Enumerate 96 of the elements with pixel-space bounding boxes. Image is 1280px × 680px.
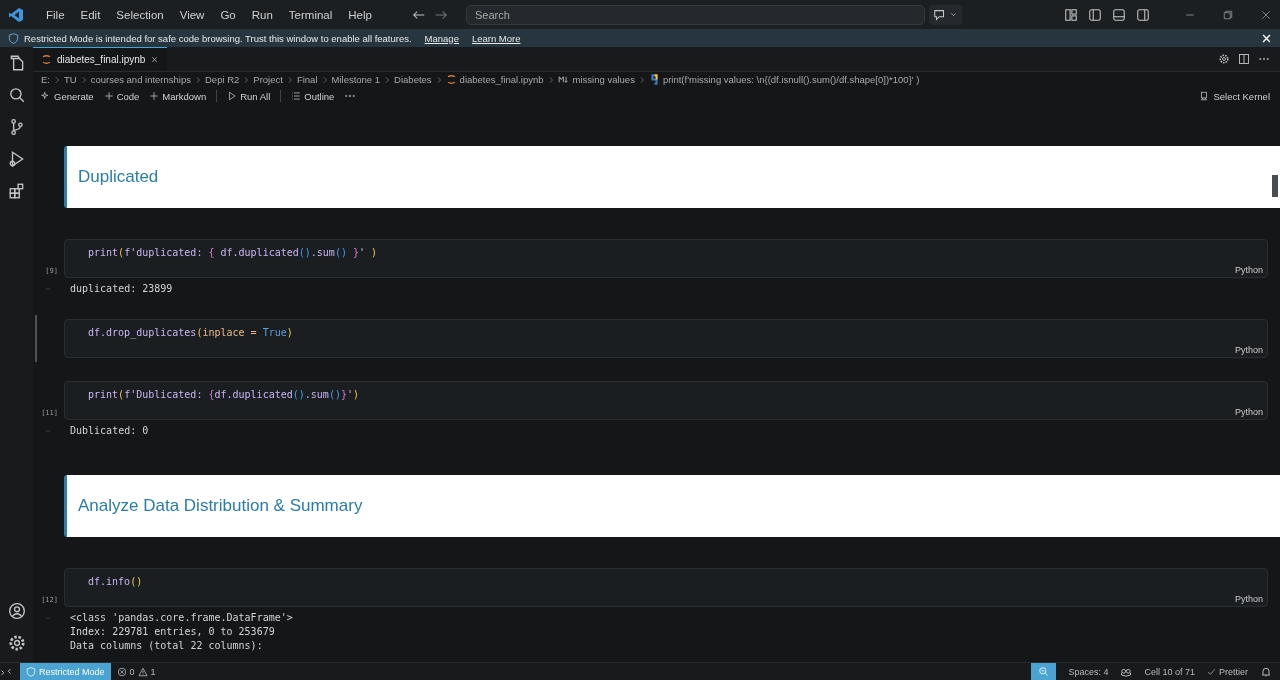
output-line: Data columns (total 22 columns):	[70, 638, 264, 653]
code-line: df.info()	[88, 575, 144, 587]
run-debug-icon[interactable]	[7, 150, 26, 168]
layout-icon[interactable]	[1064, 7, 1078, 22]
run-icon	[227, 91, 238, 102]
menu-item[interactable]: Run	[245, 6, 279, 23]
restore-icon[interactable]	[1222, 8, 1234, 21]
cell-language[interactable]: Python	[1234, 264, 1263, 275]
markdown-cell[interactable]: Analyze Data Distribution & Summary	[64, 474, 1280, 537]
code-cell[interactable]: print(f'duplicated: { df.duplicated().sum() }' ) Python	[64, 238, 1268, 278]
menu-item[interactable]: Go	[214, 6, 242, 23]
code-cell[interactable]: df.drop_duplicates(inplace = True) Python	[64, 318, 1268, 358]
search-field[interactable]: Search	[465, 4, 925, 25]
zoom-button[interactable]	[1031, 663, 1057, 680]
problems-indicator[interactable]: 0 1	[116, 666, 156, 677]
breadcrumb[interactable]: Milestone 1	[331, 74, 381, 86]
chevron-icon	[194, 75, 202, 84]
python-icon	[648, 74, 660, 86]
settings-icon[interactable]	[7, 634, 26, 652]
account-icon[interactable]	[7, 602, 26, 620]
breadcrumb[interactable]: courses and internships	[90, 74, 191, 86]
menu-item[interactable]: Selection	[110, 6, 170, 23]
vscode-logo-icon[interactable]	[8, 6, 24, 23]
menu-item[interactable]: Help	[342, 6, 378, 23]
cell-language[interactable]: Python	[1234, 406, 1263, 417]
plus-icon	[149, 91, 160, 102]
close-icon[interactable]	[1261, 32, 1272, 44]
toolbar-button[interactable]: Markdown	[149, 90, 207, 102]
menu-item[interactable]: Terminal	[282, 6, 339, 23]
banner-message: Restricted Mode is intended for safe code browsing. Trust this window to enable all features.	[24, 32, 412, 44]
chat-icon	[932, 7, 947, 22]
close-icon[interactable]	[150, 54, 160, 64]
banner-link[interactable]: Manage	[424, 32, 459, 44]
panel-bottom-icon[interactable]	[1112, 7, 1126, 22]
plus-icon	[103, 91, 114, 102]
kernel-icon	[1199, 91, 1210, 102]
output-line: Dublicated: 0	[70, 423, 149, 438]
menu-item[interactable]: View	[173, 6, 211, 23]
indentation-status[interactable]: Spaces: 4	[1068, 666, 1109, 677]
breadcrumb[interactable]: Depi R2	[205, 74, 240, 86]
breadcrumb[interactable]: print(f'missing values: \n{(df.isnull().sum()/df.shape[0])*100}' )	[648, 74, 920, 86]
menu-item[interactable]: File	[40, 6, 71, 23]
error-icon	[116, 666, 127, 677]
sidebar-right-icon[interactable]	[1136, 7, 1150, 22]
select-kernel-button[interactable]: Select Kernel	[1199, 90, 1270, 102]
shield-icon	[26, 666, 36, 677]
banner-link[interactable]: Learn More	[471, 32, 521, 44]
cell-heading: Analyze Data Distribution & Summary	[78, 495, 363, 516]
output-line: duplicated: 23899	[70, 281, 173, 296]
zoom-out-icon	[1038, 666, 1050, 677]
output-line: Index: 229781 entries, 0 to 253679	[70, 624, 276, 639]
breadcrumb[interactable]: E:	[41, 74, 50, 86]
breadcrumb[interactable]: diabetes_final.ipynb	[445, 74, 544, 86]
cell-heading: Duplicated	[78, 166, 159, 187]
settings-icon[interactable]	[1218, 52, 1230, 65]
search-icon[interactable]	[7, 86, 26, 104]
breadcrumb[interactable]: missing values	[557, 74, 635, 86]
check-icon	[1207, 667, 1216, 676]
code-cell[interactable]: df.info() Python	[64, 567, 1268, 607]
markdown-icon	[557, 74, 570, 86]
caret-icon	[948, 10, 958, 19]
code-line: print(f'duplicated: { df.duplicated().sum() }' )	[88, 246, 379, 258]
code-line: print(f'Dublicated: {df.duplicated().sum()}')	[88, 388, 361, 400]
code-line: df.drop_duplicates(inplace = True)	[88, 326, 294, 338]
breadcrumb[interactable]: Diabetes	[394, 74, 432, 86]
toolbar-button[interactable]: Generate	[41, 90, 94, 102]
toolbar-button[interactable]: Run All	[227, 90, 271, 102]
split-editor-icon[interactable]	[1238, 52, 1250, 65]
prettier-status[interactable]: Prettier	[1207, 666, 1248, 677]
chevron-icon	[383, 75, 392, 84]
sidebar-left-icon[interactable]	[1088, 7, 1102, 22]
notebook-icon	[445, 74, 457, 86]
shield-icon	[8, 32, 19, 44]
breadcrumb[interactable]: TU	[64, 74, 77, 86]
chat-button[interactable]	[928, 4, 962, 25]
chevron-icon	[53, 75, 61, 84]
breadcrumb[interactable]: Project	[253, 74, 283, 86]
toolbar-button[interactable]: Code	[103, 90, 140, 102]
list-icon	[291, 91, 302, 102]
output-line: <class 'pandas.core.frame.DataFrame'>	[70, 610, 293, 625]
extensions-icon[interactable]	[7, 182, 26, 200]
scrollbar-thumb[interactable]	[1272, 174, 1278, 197]
breadcrumb[interactable]: Final	[296, 74, 318, 86]
bell-icon[interactable]	[1260, 665, 1272, 678]
code-cell[interactable]: print(f'Dublicated: {df.duplicated().sum()}') Python	[64, 380, 1268, 420]
markdown-cell[interactable]: Duplicated	[64, 145, 1280, 208]
cell-position-status[interactable]: Cell 10 of 71	[1144, 666, 1195, 677]
menu-item[interactable]: Edit	[74, 6, 107, 23]
chevron-icon	[242, 75, 251, 84]
sparkle-icon	[41, 91, 51, 102]
cell-language[interactable]: Python	[1234, 593, 1263, 604]
toolbar-button[interactable]: Outline	[291, 90, 335, 102]
notebook-icon	[41, 53, 52, 65]
editor-tab[interactable]: diabetes_final.ipynb	[33, 47, 168, 71]
warning-icon	[137, 666, 148, 677]
cell-language[interactable]: Python	[1234, 344, 1263, 355]
